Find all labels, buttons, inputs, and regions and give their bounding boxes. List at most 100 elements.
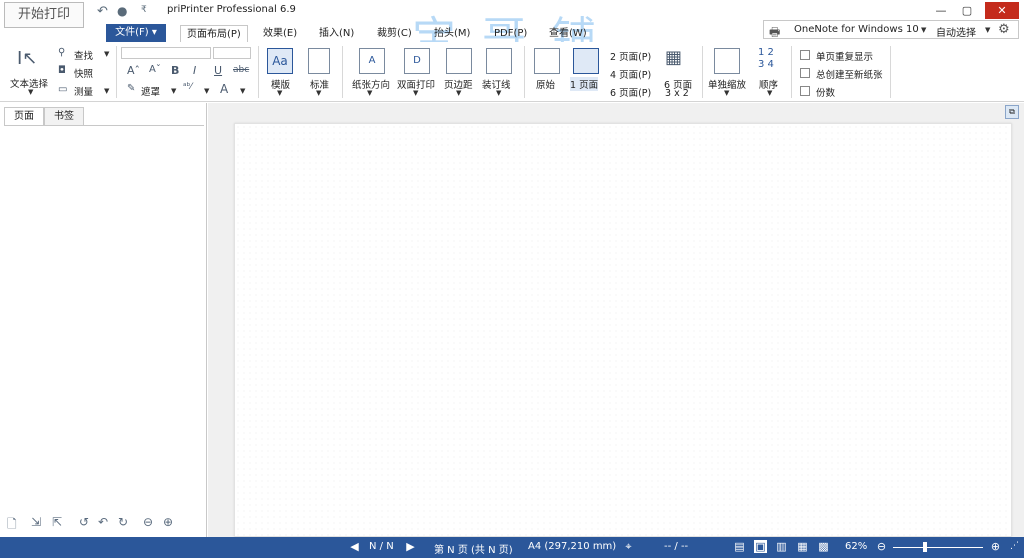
cloud-icon[interactable]: ● (117, 4, 127, 18)
original-button[interactable]: 原始 (536, 77, 555, 91)
printer-mode[interactable]: 自动选择 (936, 24, 976, 39)
book-view-icon[interactable]: ▤ (733, 540, 746, 553)
chevron-down-icon[interactable]: ▼ (277, 89, 282, 97)
zoom-out-icon[interactable]: ⊖ (875, 540, 888, 553)
export-page-icon[interactable]: ⇱ (52, 515, 62, 529)
two-pages-button[interactable]: 2 页面(P) (610, 49, 651, 63)
zoom-in-icon[interactable]: ⊕ (989, 540, 1002, 553)
text-cursor-icon[interactable]: I↖ (17, 48, 37, 69)
measure-button[interactable]: 测量 (74, 84, 93, 98)
tab-header[interactable]: 抬头(M) (428, 25, 476, 42)
strikethrough-icon[interactable]: abc (233, 65, 249, 75)
camera-icon: ◘ (58, 65, 66, 76)
tab-view[interactable]: 查看(W) (543, 25, 593, 42)
template-icon[interactable]: Aa (267, 48, 293, 74)
add-page-icon[interactable]: 🗋 (7, 515, 17, 536)
tab-crop[interactable]: 裁剪(C) (371, 25, 418, 42)
chevron-down-icon[interactable]: ▼ (28, 88, 33, 96)
zoom-in-icon[interactable]: ⊕ (163, 515, 173, 529)
minimize-button[interactable]: — (928, 2, 954, 19)
zoom-slider[interactable] (893, 547, 983, 548)
order-icon[interactable]: 1 23 4 (758, 47, 774, 71)
gear-icon[interactable]: ⚙ (998, 22, 1010, 37)
chevron-down-icon[interactable]: ▼ (413, 89, 418, 97)
chevron-down-icon[interactable]: ▼ (456, 89, 461, 97)
font-size-select[interactable] (213, 47, 251, 59)
snapshot-button[interactable]: 快照 (74, 66, 93, 80)
prev-page-icon[interactable]: ◀ (348, 540, 361, 553)
underline-icon[interactable]: U (214, 64, 222, 77)
italic-icon[interactable]: I (193, 64, 196, 77)
duplex-icon[interactable]: D (404, 48, 430, 74)
panel-toggle-icon[interactable]: ⧉ (1005, 105, 1019, 119)
original-icon[interactable] (534, 48, 560, 74)
undo-icon[interactable]: ↶ (97, 4, 108, 19)
zoom-out-icon[interactable]: ⊖ (143, 515, 153, 529)
shrink-font-icon[interactable]: Aˇ (149, 64, 161, 75)
tab-pdf[interactable]: PDF(P) (488, 25, 533, 42)
chevron-down-icon[interactable]: ▼ (204, 87, 209, 95)
chevron-down-icon[interactable]: ▼ (921, 26, 926, 34)
copies-label: 份数 (816, 88, 836, 99)
spread-view-icon[interactable]: ▦ (796, 540, 809, 553)
preview-area[interactable]: ⧉ (208, 103, 1024, 537)
quick-access-dropdown-icon[interactable]: ₹ (141, 5, 147, 15)
chevron-down-icon[interactable]: ▼ (104, 87, 109, 95)
rotate-right-icon[interactable]: ↻ (118, 515, 128, 529)
chevron-down-icon[interactable]: ▼ (724, 89, 729, 97)
grid-icon[interactable]: ▦ (665, 47, 682, 68)
close-button[interactable]: ✕ (985, 2, 1019, 19)
restore-button[interactable]: ▢ (954, 2, 980, 19)
one-page-icon[interactable] (573, 48, 599, 74)
find-button[interactable]: 查找 (74, 48, 93, 62)
six-pages-button[interactable]: 6 页面(P) (610, 85, 651, 99)
one-page-button[interactable]: 1 页面 (570, 77, 599, 91)
chevron-down-icon[interactable]: ▼ (104, 50, 109, 58)
next-page-icon[interactable]: ▶ (404, 540, 417, 553)
rotate-left-icon[interactable]: ↺ (79, 515, 89, 529)
orientation-icon[interactable]: A (359, 48, 385, 74)
four-pages-button[interactable]: 4 页面(P) (610, 67, 651, 81)
tab-bookmarks[interactable]: 书签 (44, 107, 84, 126)
spacing-icon[interactable]: ᵃᵇ⁄ (183, 82, 192, 92)
multi-view-icon[interactable]: ▩ (817, 540, 830, 553)
page-preview[interactable] (234, 123, 1012, 537)
zoom-slider-thumb[interactable] (923, 542, 927, 552)
single-view-icon[interactable]: ▣ (754, 540, 767, 553)
rotate-back-icon[interactable]: ↶ (98, 515, 108, 529)
printer-selector[interactable]: 🖶 OneNote for Windows 10 ▼ 自动选择 ▼ ⚙ (763, 20, 1019, 39)
printer-icon: 🖶 (769, 25, 781, 39)
six-grid-sub[interactable]: 3 x 2 (665, 88, 689, 99)
separator (342, 46, 343, 98)
file-menu-button[interactable]: 文件(F) ▾ (106, 24, 166, 42)
binding-icon[interactable] (486, 48, 512, 74)
chevron-down-icon[interactable]: ▼ (985, 26, 990, 34)
font-color-icon[interactable]: A (220, 82, 228, 96)
tab-pages[interactable]: 页面 (4, 107, 44, 126)
chevron-down-icon[interactable]: ▼ (316, 89, 321, 97)
mask-button[interactable]: 遮罩 (141, 84, 160, 98)
import-page-icon[interactable]: ⇲ (31, 515, 41, 529)
single-scale-icon[interactable] (714, 48, 740, 74)
chevron-down-icon[interactable]: ▼ (171, 87, 176, 95)
tab-effects[interactable]: 效果(E) (257, 25, 303, 42)
two-view-icon[interactable]: ▥ (775, 540, 788, 553)
page-thumbnail-list[interactable] (4, 125, 204, 509)
copies-checkbox[interactable] (800, 86, 810, 96)
chevron-down-icon[interactable]: ▼ (240, 87, 245, 95)
repeat-checkbox[interactable] (800, 50, 810, 60)
chevron-down-icon[interactable]: ▼ (496, 89, 501, 97)
label-icon[interactable] (308, 48, 330, 74)
grow-font-icon[interactable]: Aˆ (127, 64, 140, 77)
tab-page-layout[interactable]: 页面布局(P) (180, 25, 248, 42)
zoom-level: 62% (845, 541, 868, 552)
separator (258, 46, 259, 98)
chevron-down-icon[interactable]: ▼ (367, 89, 372, 97)
printer-name: OneNote for Windows 10 (794, 24, 919, 35)
chevron-down-icon[interactable]: ▼ (767, 89, 772, 97)
bold-icon[interactable]: B (171, 64, 179, 77)
font-family-select[interactable] (121, 47, 211, 59)
margins-icon[interactable] (446, 48, 472, 74)
tab-insert[interactable]: 插入(N) (313, 25, 360, 42)
new-sheet-checkbox[interactable] (800, 68, 810, 78)
